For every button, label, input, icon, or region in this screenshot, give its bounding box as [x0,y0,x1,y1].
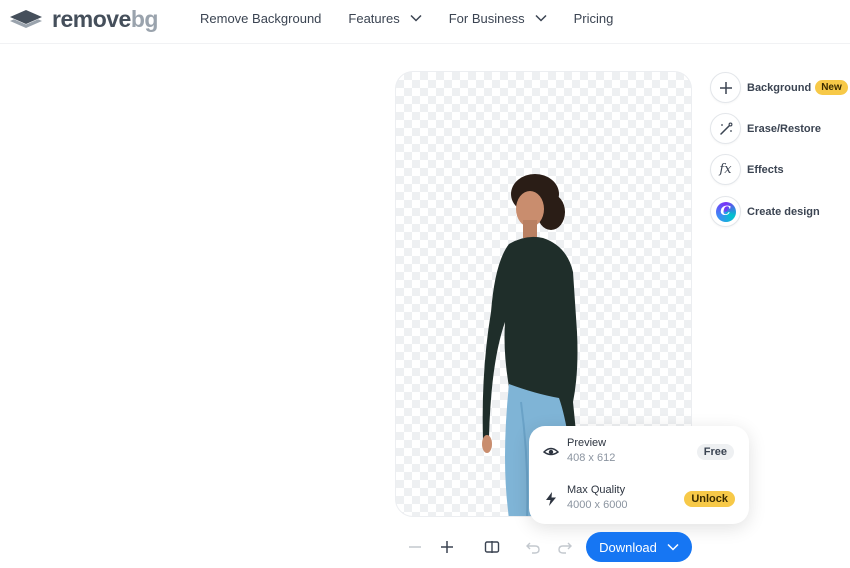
compare-button[interactable] [482,537,502,557]
nav-pricing[interactable]: Pricing [574,11,614,26]
logo-layers-icon [10,9,42,28]
tool-background[interactable]: Background New [710,72,848,103]
download-button[interactable]: Download [586,532,692,562]
lightning-icon [546,492,556,506]
logo-text: removebg [52,6,158,32]
top-navbar: removebg Remove Background Features For … [0,0,850,44]
nav-features[interactable]: Features [348,10,422,26]
free-pill: Free [696,444,734,460]
zoom-in-button[interactable] [437,537,457,557]
removebg-logo[interactable]: removebg [8,6,158,33]
tool-label: Erase/Restore [747,122,821,135]
nav-label: For Business [448,10,525,26]
tool-label: Background [747,81,812,94]
eye-icon [543,447,559,456]
tool-circle: fx [710,154,741,185]
tool-create-design[interactable]: C Create design [710,196,820,227]
zoom-out-icon [409,546,421,548]
tool-circle [710,113,741,144]
redo-icon [558,542,572,554]
unlock-pill: Unlock [684,491,735,507]
tool-circle [710,72,741,103]
main-nav: Remove Background Features For Business … [200,0,613,36]
chevron-down-icon [410,14,422,22]
tool-erase-restore[interactable]: Erase/Restore [710,113,821,144]
undo-button[interactable] [523,537,543,557]
option-title: Max Quality [567,484,626,496]
canva-icon: C [715,201,736,222]
nav-remove-background[interactable]: Remove Background [200,11,321,26]
zoom-in-icon [441,541,453,553]
nav-for-business[interactable]: For Business [449,11,547,26]
tool-circle: C [710,196,741,227]
chevron-down-icon [535,14,547,22]
tool-label: Create design [747,205,820,218]
tool-label: Effects [747,163,784,176]
option-size: 4000 x 6000 [567,499,628,511]
download-option-max-quality[interactable]: Max Quality 4000 x 6000 Unlock [529,479,749,519]
tool-effects[interactable]: fx Effects [710,154,784,185]
nav-label: Pricing [573,10,614,26]
undo-icon [526,542,540,554]
chevron-down-icon [667,543,679,551]
redo-button[interactable] [555,537,575,557]
new-badge: New [815,80,848,95]
nav-label: Features [348,10,400,26]
nav-label: Remove Background [200,10,322,26]
plus-icon [719,81,732,94]
download-option-preview[interactable]: Preview 408 x 612 Free [529,432,749,472]
compare-icon [484,541,500,553]
option-title: Preview [567,437,607,449]
download-label: Download [599,539,657,555]
fx-icon: fx [719,162,732,177]
zoom-out-button[interactable] [405,537,425,557]
download-options-popover: Preview 408 x 612 Free Max Quality 4000 … [529,426,749,524]
magic-brush-icon [719,122,732,135]
option-size: 408 x 612 [567,452,616,464]
